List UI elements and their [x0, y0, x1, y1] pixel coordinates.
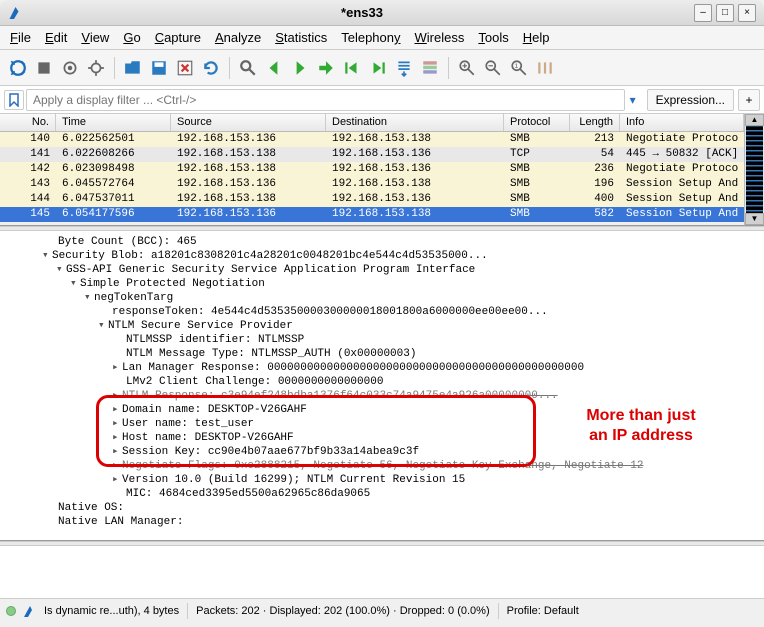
- minimize-button[interactable]: –: [694, 4, 712, 22]
- menu-statistics[interactable]: Statistics: [275, 30, 327, 45]
- packet-details[interactable]: Byte Count (BCC): 465 Security Blob: a18…: [0, 231, 764, 541]
- go-first-icon[interactable]: [340, 56, 364, 80]
- capture-file-icon[interactable]: [22, 603, 38, 619]
- bookmark-icon[interactable]: [4, 90, 24, 110]
- close-button[interactable]: ×: [738, 4, 756, 22]
- zoom-in-icon[interactable]: [455, 56, 479, 80]
- window-title: *ens33: [34, 5, 690, 20]
- restart-capture-icon[interactable]: [58, 56, 82, 80]
- tree-bcc: Byte Count (BCC): 465: [0, 235, 764, 249]
- add-filter-button[interactable]: +: [738, 89, 760, 111]
- menu-view[interactable]: View: [81, 30, 109, 45]
- tree-ntlmresp[interactable]: NTLM Response: c3e94ef248bdba1376f64c033…: [122, 390, 558, 402]
- tree-version[interactable]: Version 10.0 (Build 16299); NTLM Current…: [122, 474, 465, 486]
- display-filter-input[interactable]: [26, 89, 625, 111]
- stop-capture-icon[interactable]: [32, 56, 56, 80]
- wireshark-icon: [8, 4, 26, 22]
- status-profile[interactable]: Profile: Default: [507, 605, 579, 617]
- dropdown-icon[interactable]: ▾: [625, 93, 641, 107]
- menu-go[interactable]: Go: [123, 30, 140, 45]
- go-back-icon[interactable]: [262, 56, 286, 80]
- zoom-out-icon[interactable]: [481, 56, 505, 80]
- maximize-button[interactable]: □: [716, 4, 734, 22]
- packet-row[interactable]: 1416.022608266192.168.153.138192.168.153…: [0, 147, 744, 162]
- bytes-pane[interactable]: [0, 546, 764, 598]
- autoscroll-icon[interactable]: [392, 56, 416, 80]
- packet-row[interactable]: 1436.045572764192.168.153.136192.168.153…: [0, 177, 744, 192]
- filterbar: ▾ Expression... +: [0, 86, 764, 114]
- menu-wireless[interactable]: Wireless: [415, 30, 465, 45]
- packet-list-header: No. Time Source Destination Protocol Len…: [0, 114, 744, 132]
- menu-analyze[interactable]: Analyze: [215, 30, 261, 45]
- titlebar: *ens33 – □ ×: [0, 0, 764, 26]
- tree-resp: responseToken: 4e544c4d53535000030000001…: [112, 306, 548, 318]
- scroll-down-icon[interactable]: ▼: [745, 213, 764, 225]
- tree-user[interactable]: User name: test_user: [122, 418, 254, 430]
- status-field: Is dynamic re...uth), 4 bytes: [44, 605, 179, 617]
- tree-lmv2: LMv2 Client Challenge: 0000000000000000: [126, 376, 383, 388]
- capture-options-icon[interactable]: [84, 56, 108, 80]
- resize-columns-icon[interactable]: [533, 56, 557, 80]
- tree-msgtype: NTLM Message Type: NTLMSSP_AUTH (0x00000…: [126, 348, 416, 360]
- tree-nativelm: Native LAN Manager:: [58, 516, 183, 528]
- menu-edit[interactable]: Edit: [45, 30, 67, 45]
- zoom-reset-icon[interactable]: 1: [507, 56, 531, 80]
- tree-negflags[interactable]: Negotiate Flags: 0xe2888215, Negotiate 5…: [122, 460, 644, 472]
- save-file-icon[interactable]: [147, 56, 171, 80]
- open-file-icon[interactable]: [121, 56, 145, 80]
- expert-info-icon[interactable]: [6, 606, 16, 616]
- annotation-text: More than justan IP address: [556, 406, 726, 446]
- tree-ntlm[interactable]: NTLM Secure Service Provider: [108, 320, 293, 332]
- status-packets: Packets: 202 · Displayed: 202 (100.0%) ·…: [196, 605, 489, 617]
- packet-row[interactable]: 1446.047537011192.168.153.138192.168.153…: [0, 192, 744, 207]
- tree-spn[interactable]: Simple Protected Negotiation: [80, 278, 265, 290]
- packet-row[interactable]: 1456.054177596192.168.153.136192.168.153…: [0, 207, 744, 222]
- find-icon[interactable]: [236, 56, 260, 80]
- tree-ident: NTLMSSP identifier: NTLMSSP: [126, 334, 304, 346]
- packet-row[interactable]: 1406.022562501192.168.153.136192.168.153…: [0, 132, 744, 147]
- expression-button[interactable]: Expression...: [647, 89, 734, 111]
- jump-icon[interactable]: [314, 56, 338, 80]
- tree-gss[interactable]: GSS-API Generic Security Service Applica…: [66, 264, 475, 276]
- go-forward-icon[interactable]: [288, 56, 312, 80]
- start-capture-icon[interactable]: [6, 56, 30, 80]
- menu-file[interactable]: File: [10, 30, 31, 45]
- colorize-icon[interactable]: [418, 56, 442, 80]
- packet-list[interactable]: No. Time Source Destination Protocol Len…: [0, 114, 744, 226]
- tree-blob[interactable]: Security Blob: a18201c8308201c4a28201c00…: [52, 250, 488, 262]
- tree-sesskey[interactable]: Session Key: cc90e4b07aae677bf9b33a14abe…: [122, 446, 419, 458]
- tree-nativeos: Native OS:: [58, 502, 124, 514]
- go-last-icon[interactable]: [366, 56, 390, 80]
- tree-mic: MIC: 4684ced3395ed5500a62965c86da9065: [126, 488, 370, 500]
- tree-host[interactable]: Host name: DESKTOP-V26GAHF: [122, 432, 294, 444]
- menu-capture[interactable]: Capture: [155, 30, 201, 45]
- tree-ntt[interactable]: negTokenTarg: [94, 292, 173, 304]
- toolbar: 1: [0, 50, 764, 86]
- menubar: File Edit View Go Capture Analyze Statis…: [0, 26, 764, 50]
- svg-text:1: 1: [515, 63, 519, 70]
- scroll-up-icon[interactable]: ▲: [745, 114, 764, 126]
- menu-tools[interactable]: Tools: [478, 30, 508, 45]
- tree-domain[interactable]: Domain name: DESKTOP-V26GAHF: [122, 404, 307, 416]
- reload-icon[interactable]: [199, 56, 223, 80]
- packet-row[interactable]: 1426.023098498192.168.153.138192.168.153…: [0, 162, 744, 177]
- menu-telephony[interactable]: Telephony: [341, 30, 400, 45]
- statusbar: Is dynamic re...uth), 4 bytes Packets: 2…: [0, 598, 764, 622]
- menu-help[interactable]: Help: [523, 30, 550, 45]
- packet-minimap[interactable]: ▲ ▼: [744, 114, 764, 226]
- close-file-icon[interactable]: [173, 56, 197, 80]
- tree-lanresp[interactable]: Lan Manager Response: 000000000000000000…: [122, 362, 584, 374]
